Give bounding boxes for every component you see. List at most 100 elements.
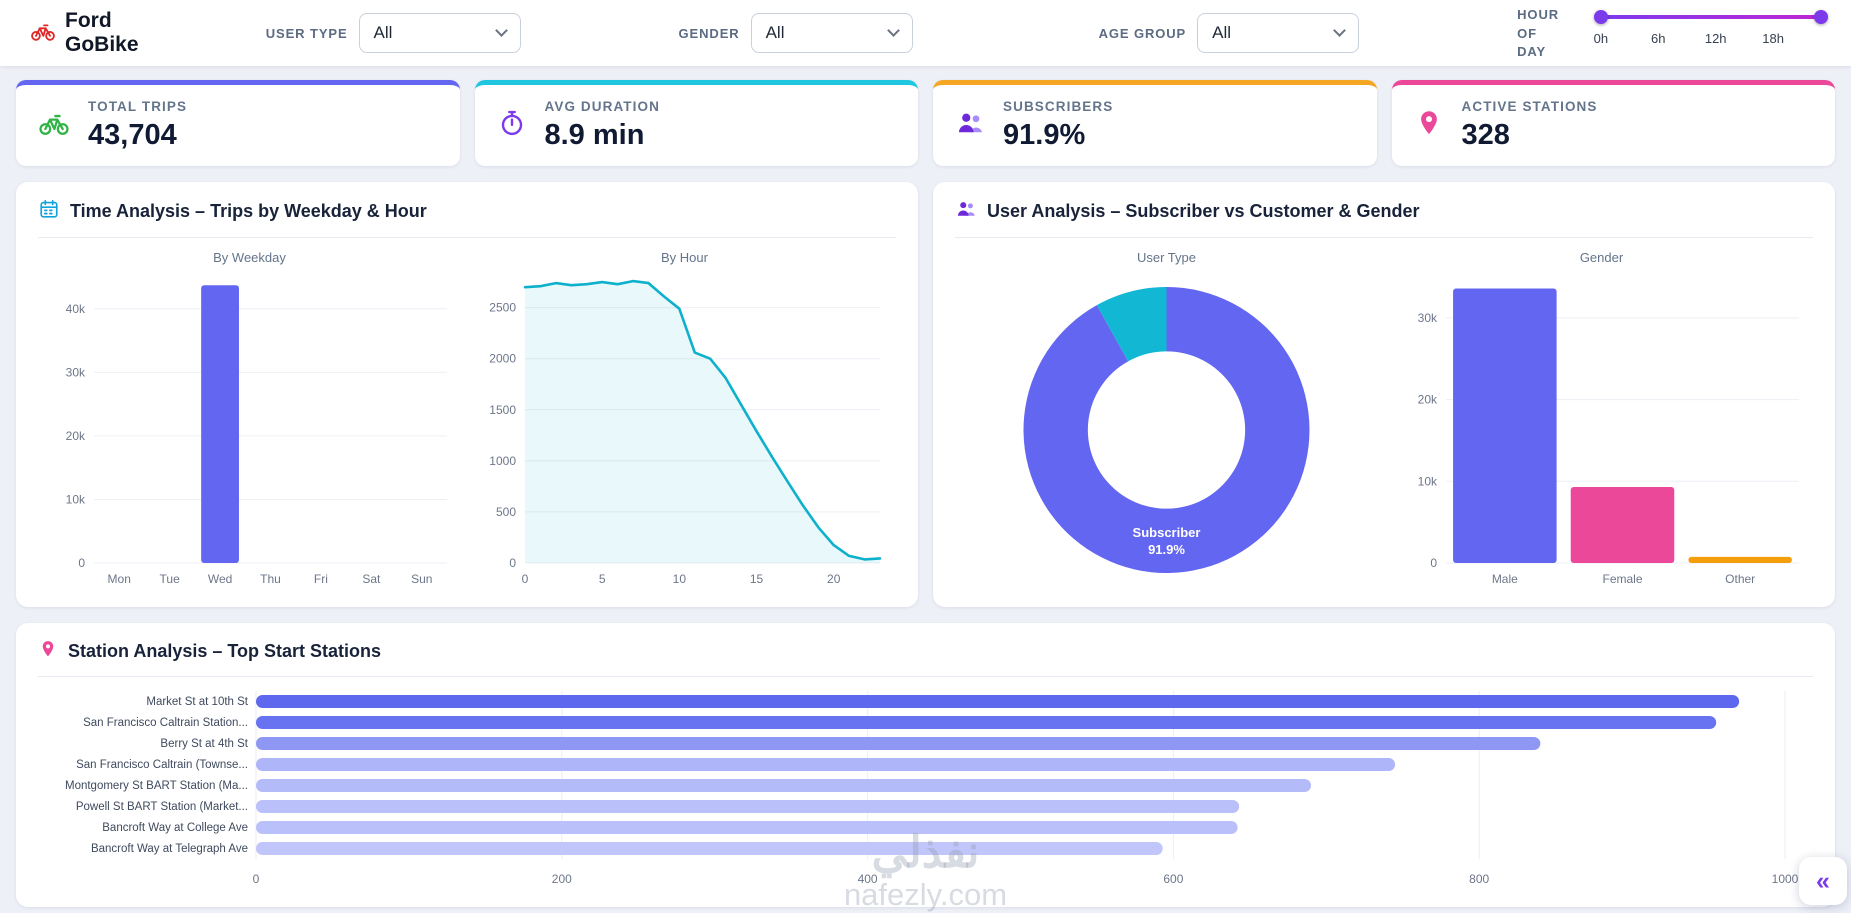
users-icon xyxy=(955,198,977,225)
hour-line-chart: 0500100015002000250005101520 xyxy=(473,265,896,595)
weekday-subchart: By Weekday 010k20k30k40kMonTueWedThuFriS… xyxy=(38,238,461,595)
charts-row: Time Analysis – Trips by Weekday & Hour … xyxy=(16,182,1835,607)
svg-text:600: 600 xyxy=(1163,872,1183,886)
svg-text:20: 20 xyxy=(827,572,841,586)
panel-title: Station Analysis – Top Start Stations xyxy=(68,641,381,662)
slider-handle-min[interactable] xyxy=(1594,10,1608,24)
svg-text:1000: 1000 xyxy=(489,454,516,468)
gender-subchart: Gender 010k20k30kMaleFemaleOther xyxy=(1390,238,1813,595)
svg-text:Montgomery St BART Station (Ma: Montgomery St BART Station (Ma... xyxy=(65,780,248,792)
header: Ford GoBike USER TYPE All GENDER All AGE… xyxy=(0,0,1851,66)
svg-text:0: 0 xyxy=(1430,556,1437,570)
calendar-icon xyxy=(38,198,60,225)
chevron-down-icon xyxy=(887,24,900,37)
station-analysis-header: Station Analysis – Top Start Stations xyxy=(38,639,1813,677)
station-row: Station Analysis – Top Start Stations 0 2… xyxy=(16,623,1835,907)
slider-tick-label: 12h xyxy=(1705,31,1727,46)
svg-text:500: 500 xyxy=(496,505,516,519)
user-analysis-header: User Analysis – Subscriber vs Customer &… xyxy=(955,198,1813,238)
gender-bar-chart: 010k20k30kMaleFemaleOther xyxy=(1390,265,1813,595)
hour-of-day-filter: HOUR OF DAY 0h6h12h18h xyxy=(1517,4,1821,63)
svg-text:Fri: Fri xyxy=(314,572,328,586)
hour-of-day-label-line2: DAY xyxy=(1517,43,1583,62)
svg-text:Sun: Sun xyxy=(411,572,432,586)
time-analysis-body: By Weekday 010k20k30k40kMonTueWedThuFriS… xyxy=(38,238,896,595)
user-type-label: USER TYPE xyxy=(266,26,348,41)
svg-text:Wed: Wed xyxy=(208,572,232,586)
kpi-label: SUBSCRIBERS xyxy=(1003,99,1113,114)
svg-text:Female: Female xyxy=(1602,572,1642,586)
hour-of-day-slider[interactable]: 0h6h12h18h xyxy=(1601,6,1821,49)
svg-text:400: 400 xyxy=(858,872,878,886)
svg-text:Bancroft Way at Telegraph Ave: Bancroft Way at Telegraph Ave xyxy=(91,843,248,855)
svg-text:Sat: Sat xyxy=(362,572,381,586)
svg-text:Powell St BART Station (Market: Powell St BART Station (Market... xyxy=(76,801,248,813)
svg-text:5: 5 xyxy=(599,572,606,586)
svg-text:91.9%: 91.9% xyxy=(1148,542,1185,557)
time-analysis-header: Time Analysis – Trips by Weekday & Hour xyxy=(38,198,896,238)
weekday-chart-title: By Weekday xyxy=(38,250,461,265)
user-type-chart-title: User Type xyxy=(955,250,1378,265)
hour-subchart: By Hour 0500100015002000250005101520 xyxy=(473,238,896,595)
user-type-donut-chart: Subscriber91.9% xyxy=(955,265,1378,595)
hour-of-day-label: HOUR OF DAY xyxy=(1517,6,1583,63)
svg-text:20k: 20k xyxy=(66,429,86,443)
user-type-select[interactable]: All xyxy=(359,13,521,53)
svg-text:Bancroft Way at College Ave: Bancroft Way at College Ave xyxy=(102,822,248,834)
age-group-selected-value: All xyxy=(1212,23,1231,43)
slider-tick-label: 0h xyxy=(1594,31,1608,46)
slider-tick-labels: 0h6h12h18h xyxy=(1601,31,1821,49)
kpi-value: 91.9% xyxy=(1003,119,1113,152)
panel-title: User Analysis – Subscriber vs Customer &… xyxy=(987,201,1420,222)
hour-of-day-label-line1: HOUR OF xyxy=(1517,6,1583,44)
bike-logo-icon xyxy=(30,18,56,49)
svg-text:San Francisco Caltrain Station: San Francisco Caltrain Station... xyxy=(83,717,248,729)
svg-text:0: 0 xyxy=(509,556,516,570)
kpi-value: 8.9 min xyxy=(545,119,660,152)
kpi-row: TOTAL TRIPS 43,704 AVG DURATION 8.9 min … xyxy=(16,80,1835,166)
svg-text:2500: 2500 xyxy=(489,301,516,315)
svg-text:Berry St at 4th St: Berry St at 4th St xyxy=(160,738,248,750)
svg-text:800: 800 xyxy=(1469,872,1489,886)
kpi-card-total-trips: TOTAL TRIPS 43,704 xyxy=(16,80,460,166)
kpi-label: TOTAL TRIPS xyxy=(88,99,187,114)
svg-text:Market St at 10th St: Market St at 10th St xyxy=(146,696,248,708)
slider-tick-label: 6h xyxy=(1651,31,1665,46)
hour-chart-title: By Hour xyxy=(473,250,896,265)
svg-text:1500: 1500 xyxy=(489,403,516,417)
chevron-down-icon xyxy=(495,24,508,37)
svg-text:200: 200 xyxy=(552,872,572,886)
kpi-card-avg-duration: AVG DURATION 8.9 min xyxy=(475,80,919,166)
gender-select[interactable]: All xyxy=(751,13,913,53)
gender-selected-value: All xyxy=(766,23,785,43)
svg-text:10: 10 xyxy=(673,572,687,586)
svg-text:Tue: Tue xyxy=(160,572,181,586)
svg-text:Male: Male xyxy=(1492,572,1518,586)
slider-track[interactable] xyxy=(1601,15,1821,19)
gender-filter: GENDER All xyxy=(679,13,913,53)
user-analysis-panel: User Analysis – Subscriber vs Customer &… xyxy=(933,182,1835,607)
weekday-bar-chart: 010k20k30k40kMonTueWedThuFriSatSun xyxy=(38,265,461,595)
svg-text:0: 0 xyxy=(78,556,85,570)
age-group-select[interactable]: All xyxy=(1197,13,1359,53)
kpi-card-active-stations: ACTIVE STATIONS 328 xyxy=(1392,80,1836,166)
svg-text:Thu: Thu xyxy=(260,572,281,586)
stations-hbar-chart: 0 200 400 600 800 1000 Market St at 10th St San… xyxy=(38,683,1813,895)
user-type-subchart: User Type Subscriber91.9% xyxy=(955,238,1378,595)
svg-text:30k: 30k xyxy=(1418,311,1438,325)
pin-icon xyxy=(1414,108,1444,143)
chevron-down-icon xyxy=(1333,24,1346,37)
station-analysis-panel: Station Analysis – Top Start Stations 0 2… xyxy=(16,623,1835,907)
slider-handle-max[interactable] xyxy=(1814,10,1828,24)
svg-text:San Francisco Caltrain (Townse: San Francisco Caltrain (Townse... xyxy=(76,759,248,771)
kpi-card-subscribers: SUBSCRIBERS 91.9% xyxy=(933,80,1377,166)
kpi-value: 328 xyxy=(1462,119,1598,152)
collapse-panel-button[interactable]: « xyxy=(1799,857,1847,905)
pin-icon xyxy=(38,639,58,664)
gender-label: GENDER xyxy=(679,26,740,41)
svg-text:0: 0 xyxy=(253,872,260,886)
user-analysis-body: User Type Subscriber91.9% Gender 010k20k… xyxy=(955,238,1813,595)
stopwatch-icon xyxy=(497,108,527,143)
svg-text:20k: 20k xyxy=(1418,393,1438,407)
svg-text:1000: 1000 xyxy=(1772,872,1799,886)
